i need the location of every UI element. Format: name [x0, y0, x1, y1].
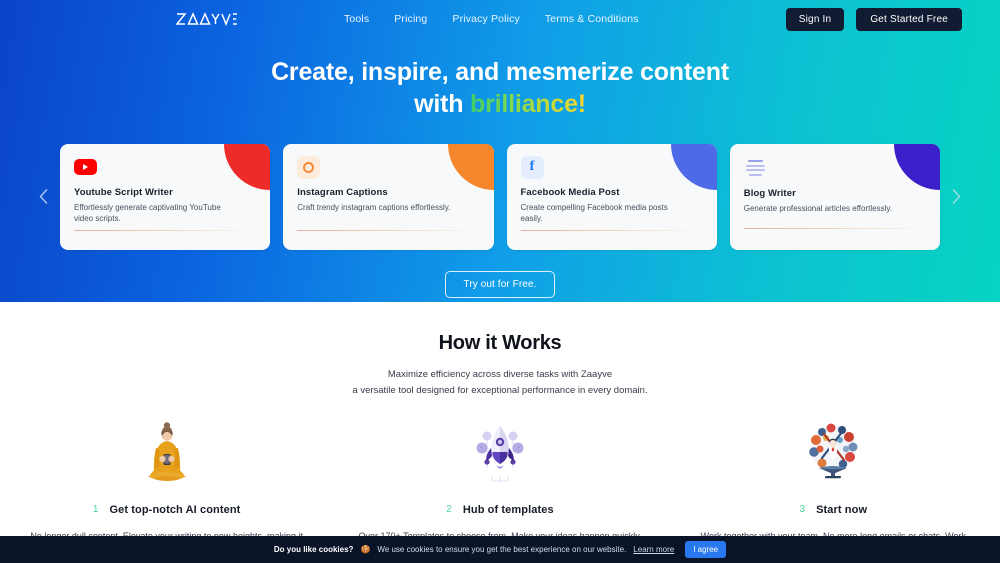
card-corner-decoration [447, 143, 494, 190]
step-item-2: 2 Hub of templates Over 170+ Templates t… [333, 418, 666, 543]
cookie-question: Do you like cookies? [273, 545, 354, 554]
cookie-message: We use cookies to ensure you get the bes… [377, 545, 627, 554]
card-divider [297, 229, 472, 231]
carousel-cards: Youtube Script Writer Effortlessly gener… [0, 143, 1000, 250]
subtitle-line-2: a versatile tool designed for exceptiona… [352, 385, 648, 397]
step-header: 2 Hub of templates [355, 504, 644, 516]
header-actions: Sign In Get Started Free [785, 8, 962, 31]
tool-card-blog-writer[interactable]: Blog Writer Generate professional articl… [729, 143, 940, 250]
page-title: How it Works [438, 332, 562, 354]
card-description: Create compelling Facebook media posts e… [520, 202, 668, 224]
i-agree-button[interactable]: I agree [685, 541, 727, 558]
nav-links: Tools Pricing Privacy Policy Terms & Con… [344, 13, 639, 25]
card-title: Instagram Captions [297, 186, 388, 198]
card-corner-decoration [224, 143, 271, 190]
learn-more-link[interactable]: Learn more [633, 545, 674, 554]
nav-link-pricing[interactable]: Pricing [394, 13, 427, 25]
card-description: Craft trendy instagram captions effortle… [297, 202, 451, 212]
person-sitting-with-phone-illustration [22, 418, 311, 488]
cookie-consent-banner: Do you like cookies? 🍪 We use cookies to… [0, 536, 1000, 563]
tool-card-youtube-script-writer[interactable]: Youtube Script Writer Effortlessly gener… [60, 143, 271, 250]
step-number: 3 [799, 504, 806, 516]
top-navigation-bar: Tools Pricing Privacy Policy Terms & Con… [0, 0, 1000, 41]
card-divider [520, 229, 695, 231]
sign-in-button[interactable]: Sign In [785, 8, 845, 31]
step-item-3: 3 Start now Work together with your team… [667, 418, 1000, 543]
hero-headline: Create, inspire, and mesmerize content w… [0, 57, 1000, 121]
hero-headline-line1: Create, inspire, and mesmerize content [271, 58, 729, 86]
hero-headline-line2: with brilliance! [0, 89, 1000, 121]
card-corner-decoration [894, 143, 940, 190]
hero-section: Tools Pricing Privacy Policy Terms & Con… [0, 0, 1000, 302]
card-corner-decoration [670, 143, 717, 190]
carousel-next-button[interactable] [945, 181, 967, 213]
cookie-icon: 🍪 [360, 545, 371, 554]
subtitle-line-1: Maximize efficiency across diverse tasks… [387, 369, 613, 380]
try-out-for-free-button[interactable]: Try out for Free. [445, 270, 555, 298]
carousel-prev-button[interactable] [32, 181, 54, 213]
how-it-works-section: How it Works Maximize efficiency across … [0, 302, 1000, 543]
tool-card-facebook-media-post[interactable]: f Facebook Media Post Create compelling … [506, 143, 717, 250]
card-description: Generate professional articles effortles… [743, 203, 892, 213]
nav-link-privacy-policy[interactable]: Privacy Policy [452, 13, 519, 25]
rocket-illustration [355, 418, 644, 488]
document-lines-icon [744, 157, 767, 180]
get-started-free-button[interactable]: Get Started Free [856, 8, 962, 31]
instagram-icon [297, 155, 321, 179]
creative-book-illustration [689, 418, 978, 488]
card-title: Blog Writer [743, 187, 796, 199]
nav-link-tools[interactable]: Tools [344, 13, 369, 25]
step-title: Start now [816, 503, 868, 516]
youtube-icon [74, 156, 97, 179]
nav-link-terms-conditions[interactable]: Terms & Conditions [545, 13, 639, 25]
how-it-works-subtitle: Maximize efficiency across diverse tasks… [0, 367, 1000, 400]
brand-logo[interactable] [176, 12, 238, 26]
step-number: 2 [446, 504, 452, 516]
step-header: 1 Get top-notch AI content [22, 504, 311, 516]
logo-wordmark-icon [176, 12, 238, 26]
hero-headline-prefix: with [414, 89, 471, 118]
card-title: Youtube Script Writer [74, 186, 173, 198]
chevron-left-icon [39, 189, 48, 204]
card-divider [74, 229, 249, 231]
tool-card-instagram-captions[interactable]: Instagram Captions Craft trendy instagra… [283, 143, 494, 250]
step-header: 3 Start now [689, 504, 978, 516]
how-it-works-steps: 1 Get top-notch AI content No longer dul… [0, 418, 1000, 543]
chevron-right-icon [952, 189, 961, 204]
feature-carousel: Youtube Script Writer Effortlessly gener… [0, 143, 1000, 250]
card-title: Facebook Media Post [520, 186, 620, 198]
card-description: Effortlessly generate captivating YouTub… [74, 202, 221, 224]
facebook-icon: f [520, 155, 544, 179]
hero-cta-area: Try out for Free. No credit card require… [0, 270, 1000, 303]
hero-headline-highlight: brilliance! [470, 89, 586, 118]
step-number: 1 [92, 504, 99, 516]
card-divider [743, 227, 922, 229]
step-title: Get top-notch AI content [109, 503, 241, 516]
step-item-1: 1 Get top-notch AI content No longer dul… [0, 418, 333, 543]
step-title: Hub of templates [462, 503, 554, 516]
